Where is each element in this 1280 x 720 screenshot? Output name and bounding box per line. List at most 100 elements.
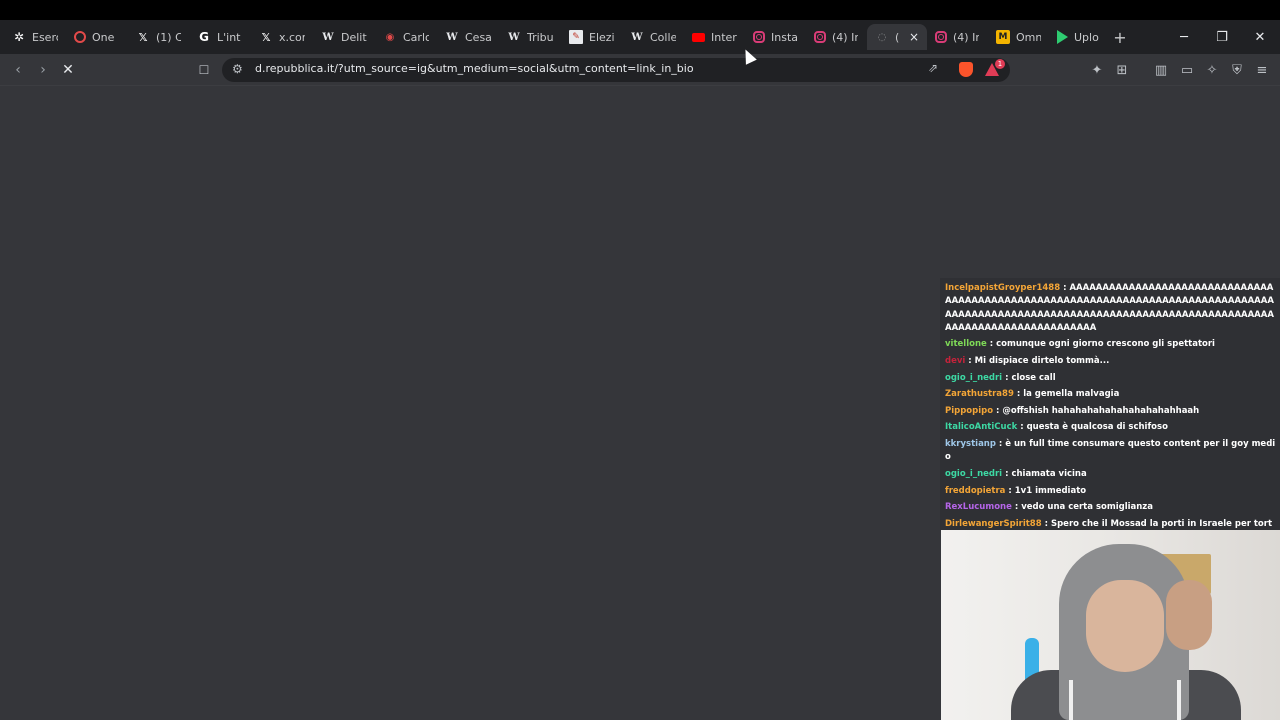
x-icon: 𝕏 [261,30,271,44]
tab[interactable]: (4) In [806,24,867,50]
tab[interactable]: W Colle [622,24,684,50]
chat-separator: : [1005,485,1015,496]
chat-text: close call [1011,372,1056,383]
wallet-icon[interactable]: ▭ [1179,62,1195,78]
close-window-button[interactable]: ✕ [1248,24,1272,50]
forward-icon[interactable]: › [33,60,53,80]
address-bar[interactable]: ⚙ d.repubblica.it/?utm_source=ig&utm_med… [222,58,1010,82]
menu-icon[interactable]: ≡ [1254,62,1270,78]
document-icon: ✎ [569,30,583,44]
share-icon[interactable]: ⇗ [928,61,938,75]
streamer-hand [1166,580,1212,650]
stop-loading-icon[interactable]: ✕ [58,60,78,80]
chat-username[interactable]: kkrystianp [945,439,996,449]
tab[interactable]: W Delit [313,24,375,50]
tab-strip: ✲Eserc One P 𝕏(1) C GL'int 𝕏x.con WDelit… [0,0,1280,54]
tab[interactable]: ◉ Carlo [375,24,437,50]
chat-message: Zarathustra89 : la gemella malvagia [945,388,1278,401]
youtube-icon [692,32,705,42]
leo-ai-icon[interactable]: ✧ [1204,62,1220,78]
chat-username[interactable]: IncelpapistGroyper1488 [945,283,1060,293]
tab-active[interactable]: ◌(× [867,24,927,50]
chat-text: @offshish hahahahahahahahahahahhaah [1002,405,1200,416]
tab[interactable]: (4) In [927,24,988,50]
chat-text: questa è qualcosa di schifoso [1026,422,1168,433]
m-icon: M [996,30,1010,44]
bookmark-icon[interactable]: ☐ [194,60,214,80]
chat-username[interactable]: Pippopipo [945,406,993,416]
tab[interactable]: W Cesa [437,24,499,50]
chat-separator: : [1041,518,1051,529]
chat-message: Pippopipo : @offshish hahahahahahahahaha… [945,405,1278,418]
tab[interactable]: Insta [745,24,806,50]
url-text[interactable]: d.repubblica.it/?utm_source=ig&utm_mediu… [255,62,694,75]
chat-username[interactable]: vitellone [945,339,987,349]
brave-icon: ◉ [385,31,395,43]
play-icon [1057,30,1068,44]
extensions-icon[interactable]: ✦ [1089,62,1105,78]
maximize-button[interactable]: ❐ [1210,24,1234,50]
new-tab-button[interactable]: + [1111,24,1129,50]
loading-icon: ◌ [877,31,887,43]
chat-message: IncelpapistGroyper1488 : AAAAAAAAAAAAAAA… [945,282,1278,335]
tab[interactable]: One P [66,24,128,50]
chat-message-list: IncelpapistGroyper1488 : AAAAAAAAAAAAAAA… [940,278,1280,544]
chat-separator: : [995,439,1006,450]
wikipedia-icon: W [446,31,458,43]
chat-message: devi : Mi dispiace dirtelo tommà... [945,355,1278,368]
chat-message: vitellone : comunque ogni giorno crescon… [945,338,1278,351]
openai-icon: ✲ [13,30,25,44]
chat-username[interactable]: ogio_i_nedri [945,373,1002,383]
tab[interactable]: ✲Eserc [4,24,66,50]
tab[interactable]: Inter [684,24,745,50]
chat-username[interactable]: devi [945,356,965,366]
toolbar: ‹ › ✕ ☐ ⚙ d.repubblica.it/?utm_source=ig… [0,54,1280,86]
tab[interactable]: G L'int [189,24,251,50]
chat-text: 1v1 immediato [1014,485,1087,496]
chat-username[interactable]: Zarathustra89 [945,389,1014,399]
sidebar-icon[interactable]: ▥ [1153,62,1169,78]
vpn-icon[interactable]: ⛨ [1229,62,1245,78]
tab-list: ✲Eserc One P 𝕏(1) C GL'int 𝕏x.con WDelit… [4,24,1111,50]
chat-separator: : [965,356,975,367]
minimize-button[interactable]: ─ [1172,24,1196,50]
site-info-icon[interactable]: ⚙ [232,62,243,76]
chat-separator: : [1017,422,1027,433]
screen: ✲Eserc One P 𝕏(1) C GL'int 𝕏x.con WDelit… [0,0,1280,720]
close-tab-icon[interactable]: × [909,30,919,44]
chat-message: ogio_i_nedri : close call [945,372,1278,385]
back-icon[interactable]: ‹ [8,60,28,80]
brave-shields-icon[interactable] [959,62,973,77]
translate-icon[interactable]: ⊞ [1114,62,1130,78]
chat-username[interactable]: ItalicoAntiCuck [945,422,1017,432]
x-icon: 𝕏 [138,30,148,44]
tab[interactable]: W Tribu [499,24,561,50]
tab[interactable]: M Omn [988,24,1049,50]
chat-username[interactable]: RexLucumone [945,502,1012,512]
chat-username[interactable]: freddopietra [945,486,1005,496]
chat-text: chiamata vicina [1011,468,1087,479]
chat-text: vedo una certa somiglianza [1021,502,1153,513]
stream-chat-overlay: IncelpapistGroyper1488 : AAAAAAAAAAAAAAA… [940,278,1280,542]
chat-separator: : [1011,502,1022,513]
chat-separator: : [1013,389,1024,400]
chat-username[interactable]: DirlewangerSpirit88 [945,519,1042,529]
tab[interactable]: 𝕏 (1) C [128,24,189,50]
tab[interactable]: Uplo [1049,24,1111,50]
chat-text: la gemella malvagia [1023,389,1120,400]
chat-username[interactable]: ogio_i_nedri [945,469,1002,479]
wikipedia-icon: W [508,31,520,43]
chat-text: Mi dispiace dirtelo tommà... [974,356,1110,367]
tab[interactable]: 𝕏x.con [251,24,313,50]
instagram-icon [753,31,765,43]
wikipedia-icon: W [631,31,643,43]
tab[interactable]: ✎ Elezi [561,24,622,50]
streamer-face [1086,580,1164,672]
chat-separator: : [993,405,1003,416]
webcam-feed [941,530,1280,720]
google-icon: G [199,30,209,44]
chat-message: freddopietra : 1v1 immediato [945,485,1278,498]
instagram-icon [935,31,947,43]
onepiece-icon [74,31,86,43]
chat-message: ogio_i_nedri : chiamata vicina [945,468,1278,481]
